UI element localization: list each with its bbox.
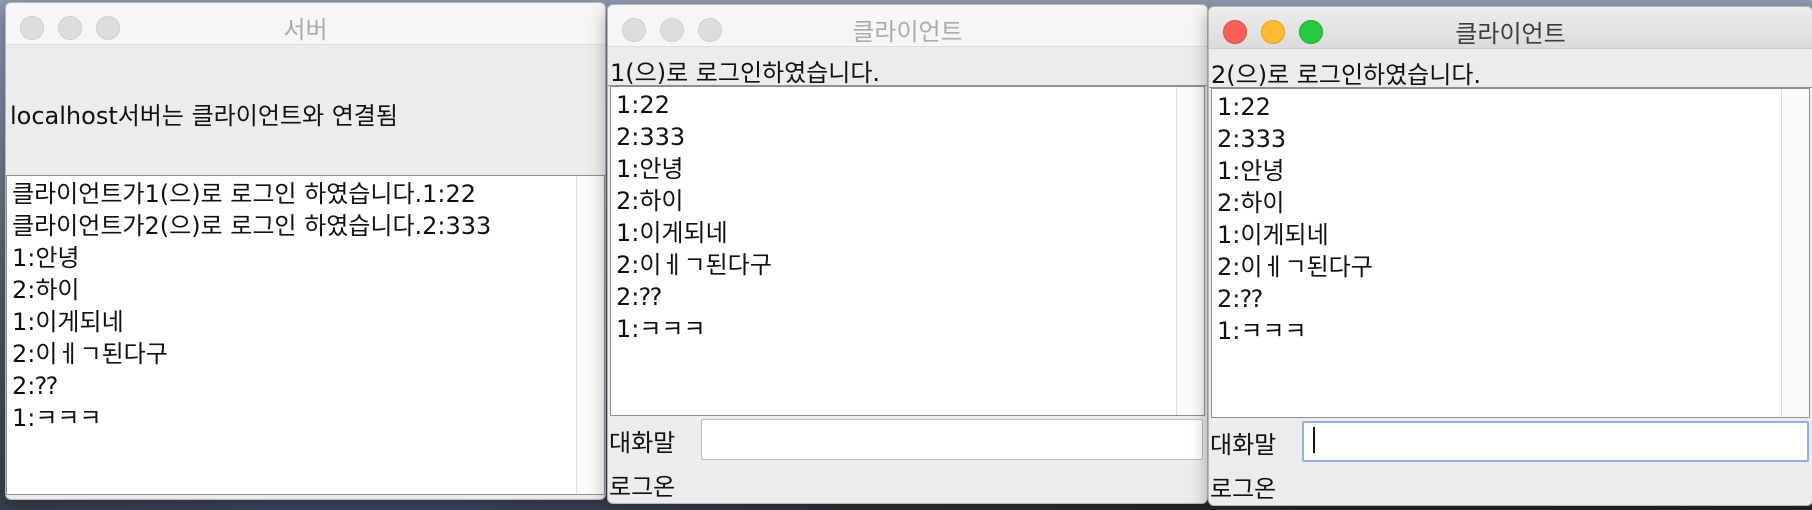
message-line: 1:이게되네 bbox=[616, 219, 728, 247]
client-1-window-title: 클라이언트 bbox=[852, 18, 963, 46]
message-line: 1:안녕 bbox=[616, 155, 684, 183]
server-titlebar[interactable]: 서버 bbox=[6, 3, 605, 45]
message-line: 1:22 bbox=[1217, 93, 1271, 121]
client-1-input-label: 대화말 bbox=[609, 429, 676, 457]
client-2-login-message-bar: 2(으)로 로그인하였습니다. bbox=[1209, 49, 1812, 89]
log-line: 1:ㅋㅋㅋ bbox=[12, 404, 102, 432]
message-line: 2:이ㅔㄱ된다구 bbox=[1217, 253, 1373, 281]
server-log-scrollbar[interactable] bbox=[576, 176, 604, 494]
client-1-message-lines: 1:22 2:333 1:안녕 2:하이 1:이게되네 2:이ㅔㄱ된다구 2:⁇… bbox=[616, 89, 1174, 345]
client-1-login-status: 로그온 bbox=[609, 473, 676, 501]
log-line: 2:하이 bbox=[12, 276, 80, 304]
message-line: 2:333 bbox=[616, 123, 686, 151]
client-2-login-message: 2(으)로 로그인하였습니다. bbox=[1211, 61, 1482, 89]
log-line: 클라이언트가1(으)로 로그인 하였습니다.1:22 bbox=[12, 180, 477, 208]
log-line: 1:안녕 bbox=[12, 244, 80, 272]
client-2-input-label: 대화말 bbox=[1210, 431, 1277, 459]
client-2-window-title: 클라이언트 bbox=[1455, 20, 1566, 48]
server-window: 서버 localhost서버는 클라이언트와 연결됨 클라이언트가1(으)로 로… bbox=[5, 2, 606, 500]
message-line: 2:⁇ bbox=[616, 283, 662, 311]
server-log-lines: 클라이언트가1(으)로 로그인 하였습니다.1:22 클라이언트가2(으)로 로… bbox=[12, 178, 574, 434]
message-line: 1:안녕 bbox=[1217, 157, 1285, 185]
client-2-message-lines: 1:22 2:333 1:안녕 2:하이 1:이게되네 2:이ㅔㄱ된다구 2:⁇… bbox=[1217, 91, 1779, 347]
message-line: 2:하이 bbox=[1217, 189, 1285, 217]
client-1-titlebar[interactable]: 클라이언트 bbox=[608, 5, 1207, 47]
message-line: 2:333 bbox=[1217, 125, 1287, 153]
client-2-titlebar[interactable]: 클라이언트 bbox=[1209, 7, 1812, 49]
client-2-scrollbar[interactable] bbox=[1781, 89, 1809, 417]
client-2-message-input[interactable] bbox=[1302, 421, 1809, 462]
log-line: 클라이언트가2(으)로 로그인 하였습니다.2:333 bbox=[12, 212, 492, 240]
client-window-1: 클라이언트 1(으)로 로그인하였습니다. 1:22 2:333 1:안녕 2:… bbox=[607, 4, 1208, 504]
message-line: 2:하이 bbox=[616, 187, 684, 215]
server-log-area[interactable]: 클라이언트가1(으)로 로그인 하였습니다.1:22 클라이언트가2(으)로 로… bbox=[6, 175, 605, 495]
server-status-panel: localhost서버는 클라이언트와 연결됨 bbox=[6, 45, 605, 176]
client-2-login-status: 로그온 bbox=[1210, 475, 1277, 503]
message-line: 2:⁇ bbox=[1217, 285, 1263, 313]
client-1-message-input[interactable] bbox=[701, 419, 1203, 460]
message-line: 1:22 bbox=[616, 91, 670, 119]
server-window-title: 서버 bbox=[283, 16, 328, 44]
message-line: 1:ㅋㅋㅋ bbox=[616, 315, 706, 343]
server-status-label: localhost서버는 클라이언트와 연결됨 bbox=[10, 102, 398, 130]
log-line: 1:이게되네 bbox=[12, 308, 124, 336]
client-2-input-wrapper bbox=[1302, 421, 1809, 462]
message-line: 1:ㅋㅋㅋ bbox=[1217, 317, 1307, 345]
client-window-2: 클라이언트 2(으)로 로그인하였습니다. 1:22 2:333 1:안녕 2:… bbox=[1208, 6, 1812, 506]
client-1-scrollbar[interactable] bbox=[1176, 87, 1204, 415]
client-2-message-area[interactable]: 1:22 2:333 1:안녕 2:하이 1:이게되네 2:이ㅔㄱ된다구 2:⁇… bbox=[1211, 88, 1810, 418]
log-line: 2:이ㅔㄱ된다구 bbox=[12, 340, 168, 368]
text-caret bbox=[1313, 427, 1315, 453]
log-line: 2:⁇ bbox=[12, 372, 58, 400]
message-line: 2:이ㅔㄱ된다구 bbox=[616, 251, 772, 279]
client-1-login-message: 1(으)로 로그인하였습니다. bbox=[610, 59, 881, 87]
client-1-message-area[interactable]: 1:22 2:333 1:안녕 2:하이 1:이게되네 2:이ㅔㄱ된다구 2:⁇… bbox=[610, 86, 1205, 416]
message-line: 1:이게되네 bbox=[1217, 221, 1329, 249]
client-1-login-message-bar: 1(으)로 로그인하였습니다. bbox=[608, 47, 1207, 87]
